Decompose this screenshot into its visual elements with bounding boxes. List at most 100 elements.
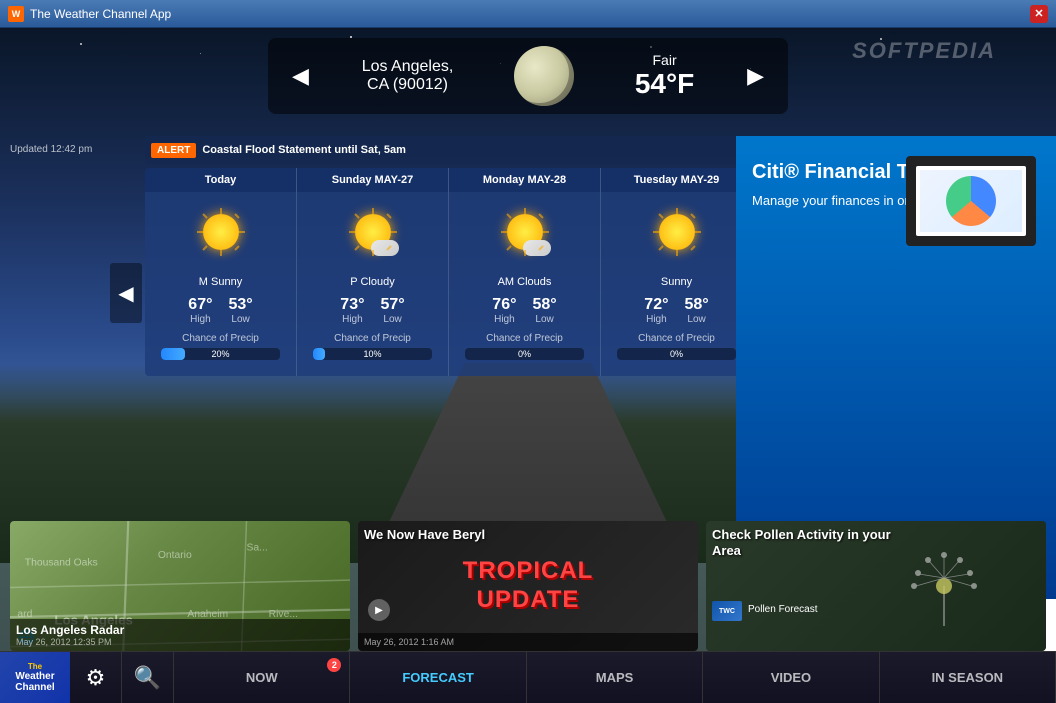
low-temp-3: 58° Low (685, 296, 709, 325)
precip-bar-bg-3: 0% (617, 348, 736, 360)
alert-badge: ALERT (151, 143, 196, 158)
temps-row-3: 72° High 58° Low (601, 292, 752, 329)
weather-condition: Fair (635, 52, 694, 68)
low-temp-0: 53° Low (229, 296, 253, 325)
play-icon[interactable]: ▶ (368, 599, 390, 621)
high-label-0: High (188, 314, 212, 325)
precip-bar-bg-1: 10% (313, 348, 432, 360)
sun-rays-1 (347, 206, 399, 258)
ad-laptop-image (906, 156, 1036, 246)
weather-icon-2 (499, 206, 551, 258)
high-label-3: High (644, 314, 668, 325)
nav-tab-forecast[interactable]: FORECAST (350, 652, 526, 703)
nav-tab-now[interactable]: NOW 2 (174, 652, 350, 703)
precip-bar-bg-0: 20% (161, 348, 280, 360)
nav-tab-maps[interactable]: MAPS (527, 652, 703, 703)
softpedia-watermark: SOFTPEDIA (852, 38, 996, 64)
forecast-day-0: Today (145, 168, 297, 376)
precip-area-2: Chance of Precip 0% (449, 329, 600, 364)
ad-screen-content (920, 170, 1022, 232)
pollen-title: Check Pollen Activity in your Area (712, 527, 899, 558)
radar-tile-date: May 26, 2012 12:35 PM (16, 637, 344, 647)
ad-laptop-area (906, 156, 1046, 256)
nav-brand[interactable]: The WeatherChannel (0, 652, 70, 703)
high-label-2: High (492, 314, 516, 325)
twc-logo: TWC (712, 601, 742, 621)
ad-screen (916, 166, 1026, 236)
tropical-tile-date: May 26, 2012 1:16 AM (364, 637, 692, 647)
forecast-day-2: Monday MAY-28 (449, 168, 601, 376)
updated-text: Updated 12:42 pm (10, 136, 92, 164)
high-temp-2: 76° High (492, 296, 516, 325)
settings-button[interactable]: ⚙ (70, 652, 122, 703)
precip-pct-0: 20% (161, 348, 280, 360)
precip-area-0: Chance of Precip 20% (145, 329, 296, 364)
precip-label-0: Chance of Precip (153, 333, 288, 344)
precip-label-3: Chance of Precip (609, 333, 744, 344)
high-temp-1: 73° High (340, 296, 364, 325)
news-tile-tropical[interactable]: TROPICALUPDATE ▶ We Now Have Beryl May 2… (358, 521, 698, 651)
forecast-nav-left[interactable]: ◀ (110, 263, 142, 323)
low-temp-2: 58° Low (533, 296, 557, 325)
precip-label-1: Chance of Precip (305, 333, 440, 344)
bottom-news-area: Thousand Oaks Ontario Sa... ard Los Ange… (10, 521, 1046, 651)
high-temp-3: 72° High (644, 296, 668, 325)
low-label-3: Low (685, 314, 709, 325)
day-header-3: Tuesday MAY-29 (601, 168, 752, 192)
forecast-day-1: Sunday MAY-27 (297, 168, 449, 376)
news-tile-radar[interactable]: Thousand Oaks Ontario Sa... ard Los Ange… (10, 521, 350, 651)
tropical-title: We Now Have Beryl (364, 527, 485, 542)
day-icon-area-3 (601, 192, 752, 272)
location-detail: CA (90012) (362, 76, 454, 94)
nav-left-arrow[interactable]: ◀ (284, 59, 317, 93)
pollen-forecast-label: Pollen Forecast (748, 604, 817, 615)
search-icon: 🔍 (134, 665, 161, 691)
nav-tab-in-season[interactable]: IN SEASON (880, 652, 1056, 703)
radar-tile-content: Los Angeles Radar May 26, 2012 12:35 PM (10, 619, 350, 651)
high-temp-0: 67° High (188, 296, 212, 325)
current-weather: Fair 54°F (635, 52, 694, 100)
precip-pct-3: 0% (617, 348, 736, 360)
sun-rays-3 (651, 206, 703, 258)
condition-text-3: Sunny (601, 272, 752, 292)
condition-text-0: M Sunny (145, 272, 296, 292)
weather-icon-1 (347, 206, 399, 258)
day-icon-area-2 (449, 192, 600, 272)
svg-text:Ontario: Ontario (158, 550, 192, 561)
brand-main-text: WeatherChannel (15, 671, 54, 693)
window-title: The Weather Channel App (30, 7, 1030, 21)
nav-right-arrow[interactable]: ▶ (739, 59, 772, 93)
low-deg-0: 53° (229, 296, 253, 314)
low-deg-2: 58° (533, 296, 557, 314)
temps-row-2: 76° High 58° Low (449, 292, 600, 329)
day-icon-area-0 (145, 192, 296, 272)
low-temp-1: 57° Low (381, 296, 405, 325)
forecast-day-3: Tuesday MAY-29 (601, 168, 753, 376)
location-info: Los Angeles, CA (90012) (362, 58, 454, 94)
search-button[interactable]: 🔍 (122, 652, 174, 703)
main-container: SOFTPEDIA ◀ Los Angeles, CA (90012) Fair… (0, 28, 1056, 703)
svg-text:Thousand Oaks: Thousand Oaks (25, 557, 98, 568)
precip-pct-2: 0% (465, 348, 584, 360)
day-header-2: Monday MAY-28 (449, 168, 600, 192)
high-deg-3: 72° (644, 296, 668, 314)
condition-text-2: AM Clouds (449, 272, 600, 292)
radar-tile-title: Los Angeles Radar (16, 623, 344, 637)
weather-icon-0 (195, 206, 247, 258)
header-weather-bar: ◀ Los Angeles, CA (90012) Fair 54°F ▶ (268, 38, 788, 114)
tropical-text: TROPICALUPDATE (463, 557, 594, 615)
news-tile-pollen[interactable]: Check Pollen Activity in your Area TWC P… (706, 521, 1046, 651)
precip-area-1: Chance of Precip 10% (297, 329, 448, 364)
temps-row-0: 67° High 53° Low (145, 292, 296, 329)
close-button[interactable]: ✕ (1030, 5, 1048, 23)
sun-rays-0 (195, 206, 247, 258)
svg-text:Sa...: Sa... (247, 543, 268, 554)
ad-pie-chart (946, 176, 996, 226)
titlebar: W The Weather Channel App ✕ (0, 0, 1056, 28)
location-name: Los Angeles, (362, 58, 454, 76)
nav-tab-video[interactable]: VIDEO (703, 652, 879, 703)
low-label-1: Low (381, 314, 405, 325)
high-deg-0: 67° (188, 296, 212, 314)
sun-rays-2 (499, 206, 551, 258)
now-badge: 2 (327, 658, 341, 672)
